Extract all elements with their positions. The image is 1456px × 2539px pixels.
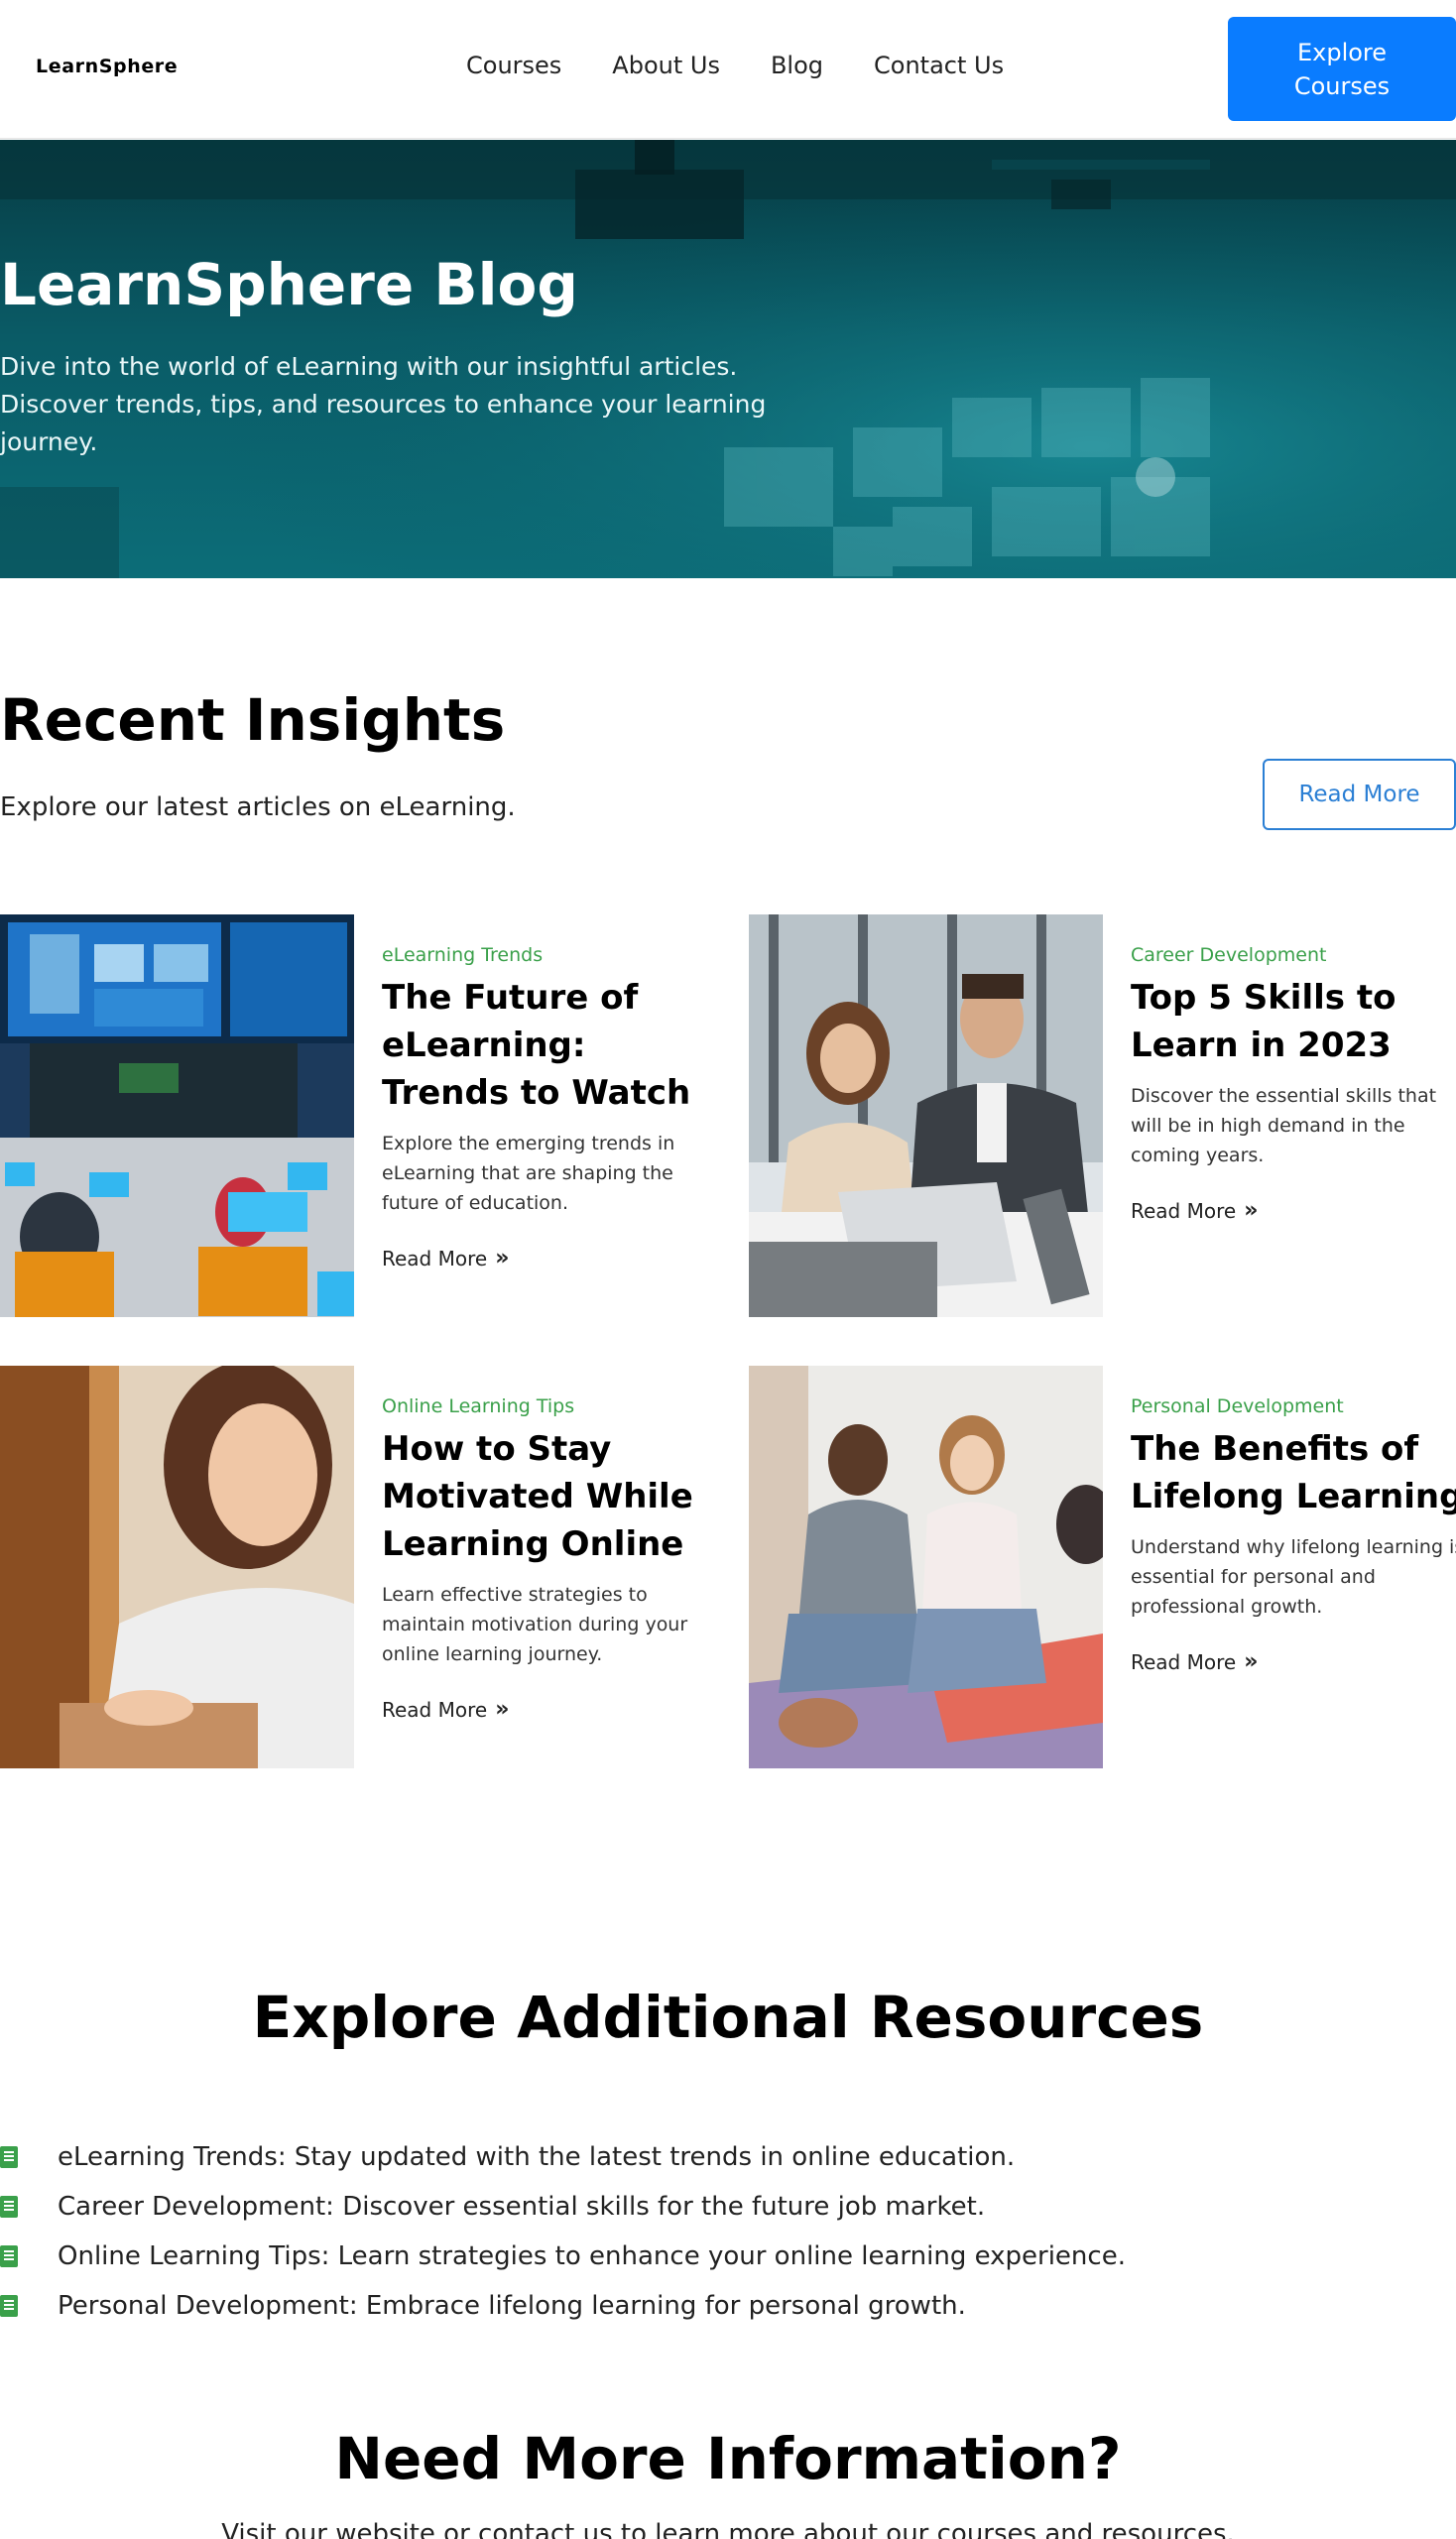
group-sitting-floor-photo	[749, 1366, 1103, 1768]
article-category: Online Learning Tips	[382, 1395, 575, 1417]
resource-text: Online Learning Tips: Learn strategies t…	[58, 2241, 1126, 2271]
article-title[interactable]: Top 5 Skills to Learn in 2023	[1131, 974, 1456, 1069]
info-subtitle: Visit our website or contact us to learn…	[221, 2519, 1235, 2539]
book-icon	[0, 2196, 18, 2218]
read-more-label: Read More	[1131, 1649, 1237, 1674]
hero-subtitle: Dive into the world of eLearning with ou…	[0, 352, 767, 456]
resource-item: Personal Development: Embrace lifelong l…	[0, 2281, 1126, 2331]
resource-text: Career Development: Discover essential s…	[58, 2192, 986, 2222]
article-category: eLearning Trends	[382, 944, 544, 966]
article-category: Career Development	[1131, 944, 1327, 966]
article-title[interactable]: The Benefits of Lifelong Learning	[1131, 1425, 1456, 1520]
double-chevron-right-icon: »	[495, 1697, 510, 1722]
resource-text: eLearning Trends: Stay updated with the …	[58, 2142, 1016, 2172]
article-read-more-link[interactable]: Read More »	[1131, 1198, 1258, 1223]
resources-title: Explore Additional Resources	[252, 1984, 1204, 2051]
nav-link-about-us[interactable]: About Us	[612, 52, 720, 79]
article-description: Understand why lifelong learning is esse…	[1131, 1536, 1456, 1618]
read-more-button[interactable]: Read More	[1263, 759, 1456, 830]
info-title: Need More Information?	[334, 2425, 1122, 2492]
article-description: Explore the emerging trends in eLearning…	[382, 1133, 675, 1214]
article-image-classroom[interactable]	[0, 914, 354, 1317]
article-card[interactable]: Career Development Top 5 Skills to Learn…	[749, 914, 1456, 1317]
hero-banner: LearnSphere Blog Dive into the world of …	[0, 140, 1456, 578]
book-icon	[0, 2295, 18, 2317]
smiling-woman-laptop-photo	[0, 1366, 354, 1768]
double-chevron-right-icon: »	[495, 1246, 510, 1270]
nav-link-courses[interactable]: Courses	[466, 52, 561, 79]
article-description: Learn effective strategies to maintain m…	[382, 1584, 688, 1665]
article-read-more-link[interactable]: Read More »	[382, 1246, 509, 1270]
article-card-body: Career Development Top 5 Skills to Learn…	[1131, 914, 1456, 1223]
nav-link-blog[interactable]: Blog	[771, 52, 823, 79]
article-image-motivated[interactable]	[0, 1366, 354, 1768]
book-icon	[0, 2146, 18, 2168]
article-read-more-link[interactable]: Read More »	[382, 1697, 509, 1722]
article-read-more-link[interactable]: Read More »	[1131, 1649, 1258, 1674]
article-card-body: eLearning Trends The Future of eLearning…	[382, 914, 724, 1270]
article-category: Personal Development	[1131, 1395, 1344, 1417]
read-more-label: Read More	[1131, 1198, 1237, 1223]
article-title[interactable]: How to Stay Motivated While Learning Onl…	[382, 1425, 724, 1568]
office-colleagues-laptop-photo	[749, 914, 1103, 1317]
article-card-body: Personal Development The Benefits of Lif…	[1131, 1366, 1456, 1674]
article-card[interactable]: eLearning Trends The Future of eLearning…	[0, 914, 724, 1317]
navbar: LearnSphere Courses About Us Blog Contac…	[0, 0, 1456, 139]
resource-item: eLearning Trends: Stay updated with the …	[0, 2132, 1126, 2182]
classroom-computers-photo	[0, 914, 354, 1317]
book-icon	[0, 2245, 18, 2267]
article-card-body: Online Learning Tips How to Stay Motivat…	[382, 1366, 724, 1722]
main-nav: Courses About Us Blog Contact Us	[466, 52, 1004, 79]
article-image-lifelong[interactable]	[749, 1366, 1103, 1768]
article-title[interactable]: The Future of eLearning: Trends to Watch	[382, 974, 724, 1117]
double-chevron-right-icon: »	[1244, 1649, 1259, 1674]
double-chevron-right-icon: »	[1244, 1198, 1259, 1223]
article-description: Discover the essential skills that will …	[1131, 1085, 1437, 1166]
article-card[interactable]: Online Learning Tips How to Stay Motivat…	[0, 1366, 724, 1768]
recent-insights-subtitle: Explore our latest articles on eLearning…	[0, 792, 516, 822]
recent-insights-title: Recent Insights	[0, 686, 506, 754]
read-more-label: Read More	[382, 1697, 488, 1722]
hero-title: LearnSphere Blog	[0, 251, 578, 318]
resources-list: eLearning Trends: Stay updated with the …	[0, 2132, 1126, 2331]
read-more-label: Read More	[382, 1246, 488, 1270]
site-logo[interactable]: LearnSphere	[36, 56, 178, 77]
nav-link-contact-us[interactable]: Contact Us	[874, 52, 1004, 79]
resource-item: Career Development: Discover essential s…	[0, 2182, 1126, 2232]
explore-courses-button[interactable]: Explore Courses	[1228, 17, 1456, 121]
resource-item: Online Learning Tips: Learn strategies t…	[0, 2232, 1126, 2281]
resource-text: Personal Development: Embrace lifelong l…	[58, 2291, 966, 2321]
article-card[interactable]: Personal Development The Benefits of Lif…	[749, 1366, 1456, 1768]
article-image-office[interactable]	[749, 914, 1103, 1317]
